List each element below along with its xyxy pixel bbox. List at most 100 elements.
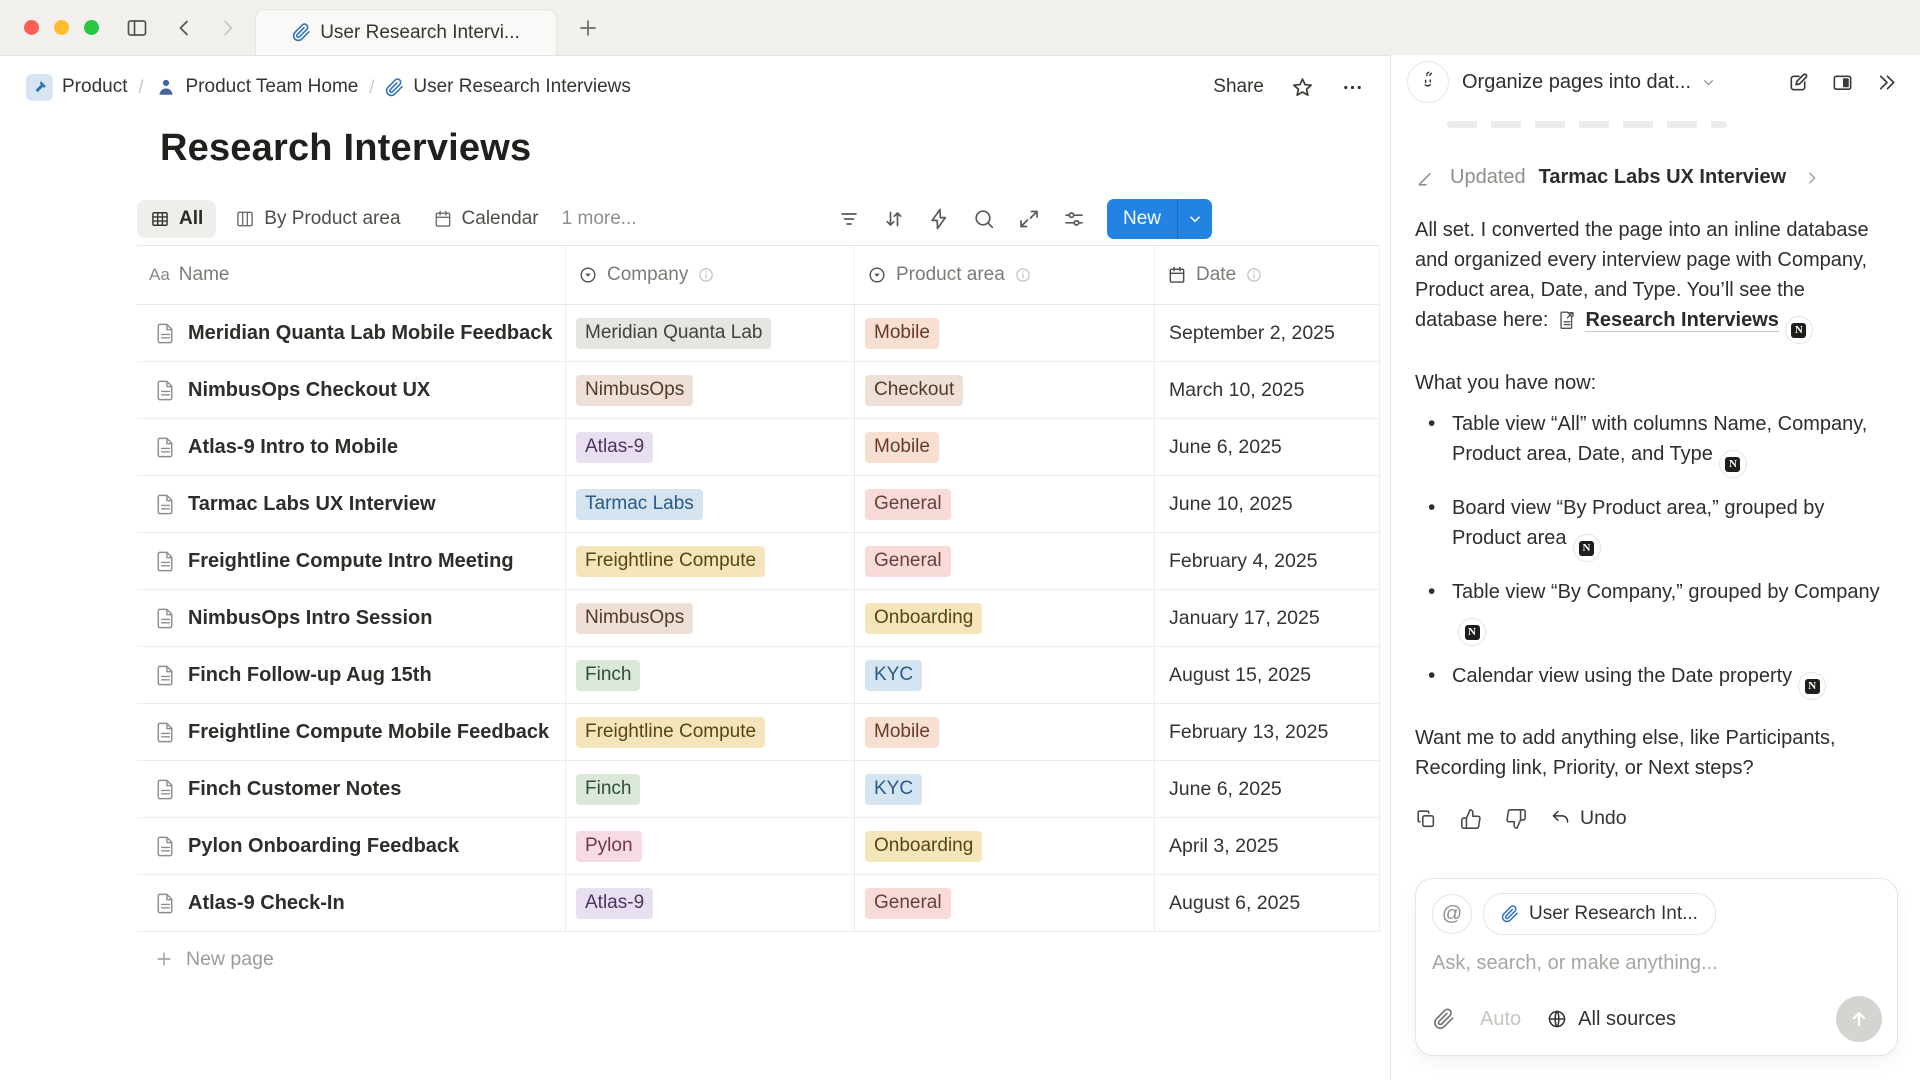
mention-button[interactable]: @ (1432, 894, 1472, 934)
share-button[interactable]: Share (1213, 76, 1264, 98)
collapse-panel-icon[interactable] (1875, 71, 1898, 94)
chat-input[interactable]: Ask, search, or make anything... (1432, 952, 1881, 975)
name-cell[interactable]: Freightline Compute Mobile Feedback (137, 704, 566, 760)
name-cell[interactable]: Tarmac Labs UX Interview (137, 476, 566, 532)
new-button[interactable]: New (1107, 199, 1212, 239)
table-row[interactable]: Meridian Quanta Lab Mobile Feedback Meri… (137, 305, 1380, 362)
ai-thread-title[interactable]: Organize pages into dat... (1462, 71, 1717, 94)
company-cell[interactable]: Atlas-9 (566, 875, 855, 931)
product-area-cell[interactable]: KYC (855, 761, 1155, 817)
notion-page-badge-icon[interactable]: N (1573, 534, 1601, 562)
minimize-button[interactable] (54, 20, 69, 35)
date-cell[interactable]: August 6, 2025 (1155, 875, 1380, 931)
table-row[interactable]: Pylon Onboarding Feedback Pylon Onboardi… (137, 818, 1380, 875)
notion-page-badge-icon[interactable]: N (1798, 672, 1826, 700)
name-cell[interactable]: Atlas-9 Check-In (137, 875, 566, 931)
more-options-button[interactable] (1341, 76, 1364, 99)
new-chat-icon[interactable] (1787, 71, 1810, 94)
date-cell[interactable]: January 17, 2025 (1155, 590, 1380, 646)
new-page-button[interactable]: New page (137, 932, 1380, 986)
name-cell[interactable]: NimbusOps Intro Session (137, 590, 566, 646)
context-chip[interactable]: User Research Int... (1483, 893, 1716, 935)
attach-icon[interactable] (1433, 1008, 1455, 1030)
company-cell[interactable]: Freightline Compute (566, 704, 855, 760)
search-icon[interactable] (966, 199, 1002, 239)
date-cell[interactable]: June 10, 2025 (1155, 476, 1380, 532)
product-area-cell[interactable]: General (855, 476, 1155, 532)
table-row[interactable]: Finch Customer Notes Finch KYC June 6, 2… (137, 761, 1380, 818)
product-area-cell[interactable]: KYC (855, 647, 1155, 703)
column-header-name[interactable]: Aa Name (137, 246, 566, 304)
automation-icon[interactable] (921, 199, 957, 239)
product-area-cell[interactable]: Onboarding (855, 818, 1155, 874)
thumbs-up-icon[interactable] (1460, 808, 1482, 830)
company-cell[interactable]: Tarmac Labs (566, 476, 855, 532)
company-cell[interactable]: Atlas-9 (566, 419, 855, 475)
notion-page-badge-icon[interactable]: N (1719, 450, 1747, 478)
company-cell[interactable]: NimbusOps (566, 362, 855, 418)
product-area-cell[interactable]: General (855, 875, 1155, 931)
app-tab[interactable]: User Research Intervi... (255, 9, 557, 55)
new-button-chevron[interactable] (1177, 199, 1212, 239)
name-cell[interactable]: Atlas-9 Intro to Mobile (137, 419, 566, 475)
sources-button[interactable]: All sources (1546, 1008, 1676, 1031)
breadcrumb-item-product[interactable]: Product (26, 74, 127, 101)
name-cell[interactable]: NimbusOps Checkout UX (137, 362, 566, 418)
table-row[interactable]: NimbusOps Intro Session NimbusOps Onboar… (137, 590, 1380, 647)
back-button[interactable] (172, 16, 196, 40)
company-cell[interactable]: Finch (566, 647, 855, 703)
date-cell[interactable]: February 13, 2025 (1155, 704, 1380, 760)
chat-composer[interactable]: @ User Research Int... Ask, search, or m… (1415, 878, 1898, 1056)
date-cell[interactable]: March 10, 2025 (1155, 362, 1380, 418)
new-tab-button[interactable] (576, 16, 600, 40)
company-cell[interactable]: Pylon (566, 818, 855, 874)
table-row[interactable]: Finch Follow-up Aug 15th Finch KYC Augus… (137, 647, 1380, 704)
breadcrumb-item-team-home[interactable]: Product Team Home (155, 76, 359, 98)
date-cell[interactable]: June 6, 2025 (1155, 761, 1380, 817)
filter-button[interactable] (831, 199, 867, 239)
zoom-button[interactable] (84, 20, 99, 35)
auto-mode-button[interactable]: Auto (1480, 1008, 1521, 1031)
name-cell[interactable]: Freightline Compute Intro Meeting (137, 533, 566, 589)
updated-page-row[interactable]: Updated Tarmac Labs UX Interview (1415, 166, 1892, 189)
research-interviews-link[interactable]: Research Interviews (1585, 309, 1778, 332)
table-row[interactable]: Atlas-9 Intro to Mobile Atlas-9 Mobile J… (137, 419, 1380, 476)
forward-button[interactable] (216, 16, 240, 40)
product-area-cell[interactable]: Mobile (855, 305, 1155, 361)
expand-icon[interactable] (1011, 199, 1047, 239)
ai-chat-scroll[interactable]: Updated Tarmac Labs UX Interview All set… (1391, 121, 1920, 830)
name-cell[interactable]: Pylon Onboarding Feedback (137, 818, 566, 874)
table-row[interactable]: NimbusOps Checkout UX NimbusOps Checkout… (137, 362, 1380, 419)
name-cell[interactable]: Finch Customer Notes (137, 761, 566, 817)
table-row[interactable]: Atlas-9 Check-In Atlas-9 General August … (137, 875, 1380, 932)
breadcrumb-item-current[interactable]: User Research Interviews (385, 76, 631, 98)
open-as-panel-icon[interactable] (1831, 71, 1854, 94)
undo-button[interactable]: Undo (1550, 807, 1627, 830)
column-header-date[interactable]: Date (1155, 246, 1380, 304)
column-header-product-area[interactable]: Product area (855, 246, 1155, 304)
product-area-cell[interactable]: General (855, 533, 1155, 589)
close-button[interactable] (24, 20, 39, 35)
company-cell[interactable]: NimbusOps (566, 590, 855, 646)
notion-page-badge-icon[interactable]: N (1785, 316, 1813, 344)
product-area-cell[interactable]: Mobile (855, 704, 1155, 760)
copy-icon[interactable] (1415, 808, 1437, 830)
favorite-star-icon[interactable] (1291, 76, 1314, 99)
tab-calendar[interactable]: Calendar (420, 200, 552, 238)
product-area-cell[interactable]: Checkout (855, 362, 1155, 418)
table-row[interactable]: Freightline Compute Mobile Feedback Frei… (137, 704, 1380, 761)
date-cell[interactable]: June 6, 2025 (1155, 419, 1380, 475)
name-cell[interactable]: Finch Follow-up Aug 15th (137, 647, 566, 703)
more-views-button[interactable]: 1 more... (562, 208, 637, 230)
tab-by-product-area[interactable]: By Product area (222, 200, 413, 238)
name-cell[interactable]: Meridian Quanta Lab Mobile Feedback (137, 305, 566, 361)
tab-all[interactable]: All (137, 200, 216, 238)
send-button[interactable] (1836, 996, 1882, 1042)
sidebar-toggle-button[interactable] (125, 16, 149, 40)
thumbs-down-icon[interactable] (1505, 808, 1527, 830)
table-row[interactable]: Tarmac Labs UX Interview Tarmac Labs Gen… (137, 476, 1380, 533)
product-area-cell[interactable]: Mobile (855, 419, 1155, 475)
date-cell[interactable]: August 15, 2025 (1155, 647, 1380, 703)
company-cell[interactable]: Meridian Quanta Lab (566, 305, 855, 361)
sort-button[interactable] (876, 199, 912, 239)
